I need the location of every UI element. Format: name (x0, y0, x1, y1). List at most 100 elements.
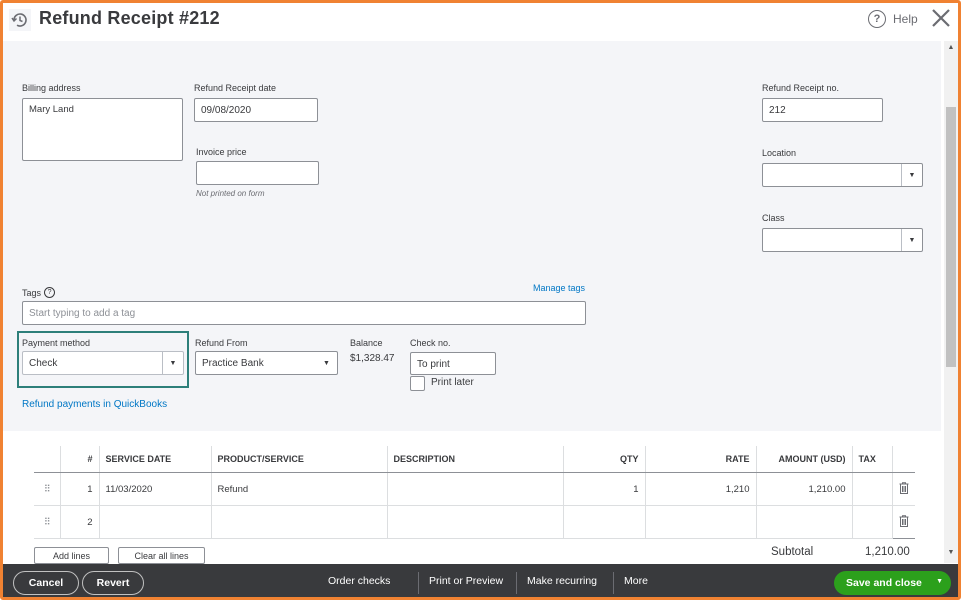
cancel-button[interactable]: Cancel (13, 571, 79, 595)
invoice-price-label: Invoice price (196, 147, 247, 157)
product-service-cell[interactable]: Refund (211, 472, 388, 506)
grip-column-header (34, 446, 61, 473)
info-icon[interactable]: ? (44, 287, 56, 298)
print-later-checkbox[interactable] (410, 376, 425, 391)
payment-method-select[interactable]: Check ▼ (22, 351, 184, 375)
title-bar: Refund Receipt #212 ? Help (3, 3, 958, 41)
payment-method-value: Check (29, 358, 58, 369)
qty-cell[interactable]: 1 (563, 472, 646, 506)
close-icon[interactable] (930, 6, 952, 30)
chevron-down-icon: ▼ (901, 164, 922, 186)
tags-label-group: Tags ? (22, 287, 56, 298)
column-header-qty: QTY (563, 446, 646, 473)
line-items-table: # SERVICE DATE PRODUCT/SERVICE DESCRIPTI… (34, 446, 915, 539)
table-row[interactable]: ⠿ 2 (34, 505, 915, 539)
make-recurring-button[interactable]: Make recurring (527, 575, 597, 587)
chevron-down-icon[interactable]: ▼ (936, 578, 943, 585)
column-header-amount: AMOUNT (USD) (756, 446, 853, 473)
balance-value: $1,328.47 (350, 353, 395, 364)
tags-input[interactable]: Start typing to add a tag (22, 301, 586, 325)
tax-cell[interactable] (852, 505, 893, 539)
chevron-down-icon: ▼ (323, 359, 330, 367)
more-button[interactable]: More (624, 575, 648, 587)
location-select[interactable]: ▼ (762, 163, 923, 187)
payment-method-label: Payment method (22, 338, 91, 348)
tags-label: Tags (22, 287, 42, 298)
save-and-close-label: Save and close (846, 577, 922, 589)
chevron-down-icon: ▼ (162, 352, 183, 374)
check-no-label: Check no. (410, 338, 451, 348)
scroll-up-icon[interactable]: ▲ (946, 44, 956, 54)
refund-receipt-date-field[interactable]: 09/08/2020 (194, 98, 318, 122)
clear-all-lines-button[interactable]: Clear all lines (118, 547, 205, 564)
footer-divider (613, 572, 614, 594)
column-header-tax: TAX (852, 446, 893, 473)
service-date-cell[interactable]: 11/03/2020 (99, 472, 212, 506)
table-row[interactable]: ⠿ 1 11/03/2020 Refund 1 1,210 1,210.00 (34, 472, 915, 506)
refund-payments-link[interactable]: Refund payments in QuickBooks (22, 399, 167, 410)
drag-handle-icon[interactable]: ⠿ (34, 472, 61, 506)
actions-column-header (892, 446, 915, 473)
print-or-preview-button[interactable]: Print or Preview (429, 575, 503, 587)
recent-transactions-icon[interactable] (9, 9, 31, 31)
refund-from-value: Practice Bank (202, 358, 264, 369)
invoice-price-note: Not printed on form (196, 189, 265, 198)
product-service-cell[interactable] (211, 505, 388, 539)
help-icon: ? (868, 10, 886, 28)
refund-receipt-no-field[interactable]: 212 (762, 98, 883, 122)
column-header-number: # (60, 446, 100, 473)
save-and-close-button[interactable]: Save and close ▼ (834, 571, 951, 595)
check-no-field[interactable]: To print (410, 352, 496, 375)
column-header-service-date: SERVICE DATE (99, 446, 212, 473)
tax-cell[interactable] (852, 472, 893, 506)
scroll-thumb[interactable] (946, 107, 956, 367)
invoice-price-field[interactable] (196, 161, 319, 185)
description-cell[interactable] (387, 505, 564, 539)
subtotal-value: 1,210.00 (865, 546, 910, 558)
rate-cell[interactable] (645, 505, 757, 539)
column-header-rate: RATE (645, 446, 757, 473)
table-header-row: # SERVICE DATE PRODUCT/SERVICE DESCRIPTI… (34, 446, 915, 473)
refund-receipt-no-label: Refund Receipt no. (762, 83, 840, 93)
delete-line-button[interactable] (892, 472, 915, 506)
qty-cell[interactable] (563, 505, 646, 539)
refund-from-select[interactable]: Practice Bank ▼ (195, 351, 338, 375)
row-number: 2 (60, 505, 100, 539)
rate-cell[interactable]: 1,210 (645, 472, 757, 506)
amount-cell[interactable] (756, 505, 853, 539)
location-label: Location (762, 148, 797, 158)
footer-bar: Cancel Revert Order checks Print or Prev… (3, 564, 958, 597)
vertical-scrollbar[interactable]: ▲ ▼ (944, 41, 958, 563)
trash-icon (899, 481, 909, 494)
balance-label: Balance (350, 338, 383, 348)
amount-cell[interactable]: 1,210.00 (756, 472, 853, 506)
class-label: Class (762, 213, 785, 223)
help-label: Help (893, 12, 918, 26)
billing-address-field[interactable]: Mary Land (22, 98, 183, 161)
row-number: 1 (60, 472, 100, 506)
delete-line-button[interactable] (892, 505, 915, 539)
column-header-description: DESCRIPTION (387, 446, 564, 473)
refund-receipt-window: Refund Receipt #212 ? Help Billing addre… (0, 0, 961, 600)
refund-from-label: Refund From (195, 338, 248, 348)
column-header-product-service: PRODUCT/SERVICE (211, 446, 388, 473)
trash-icon (899, 514, 909, 527)
add-lines-button[interactable]: Add lines (34, 547, 109, 564)
description-cell[interactable] (387, 472, 564, 506)
footer-divider (418, 572, 419, 594)
order-checks-button[interactable]: Order checks (328, 575, 390, 587)
billing-address-label: Billing address (22, 83, 81, 93)
manage-tags-link[interactable]: Manage tags (533, 283, 585, 293)
subtotal-label: Subtotal (771, 546, 814, 558)
scroll-down-icon[interactable]: ▼ (946, 549, 956, 559)
footer-divider (516, 572, 517, 594)
refund-receipt-date-label: Refund Receipt date (194, 83, 277, 93)
print-later-label: Print later (431, 377, 474, 388)
page-title: Refund Receipt #212 (39, 8, 220, 28)
help-button[interactable]: ? Help (868, 9, 918, 29)
class-select[interactable]: ▼ (762, 228, 923, 252)
chevron-down-icon: ▼ (901, 229, 922, 251)
service-date-cell[interactable] (99, 505, 212, 539)
revert-button[interactable]: Revert (82, 571, 144, 595)
drag-handle-icon[interactable]: ⠿ (34, 505, 61, 539)
